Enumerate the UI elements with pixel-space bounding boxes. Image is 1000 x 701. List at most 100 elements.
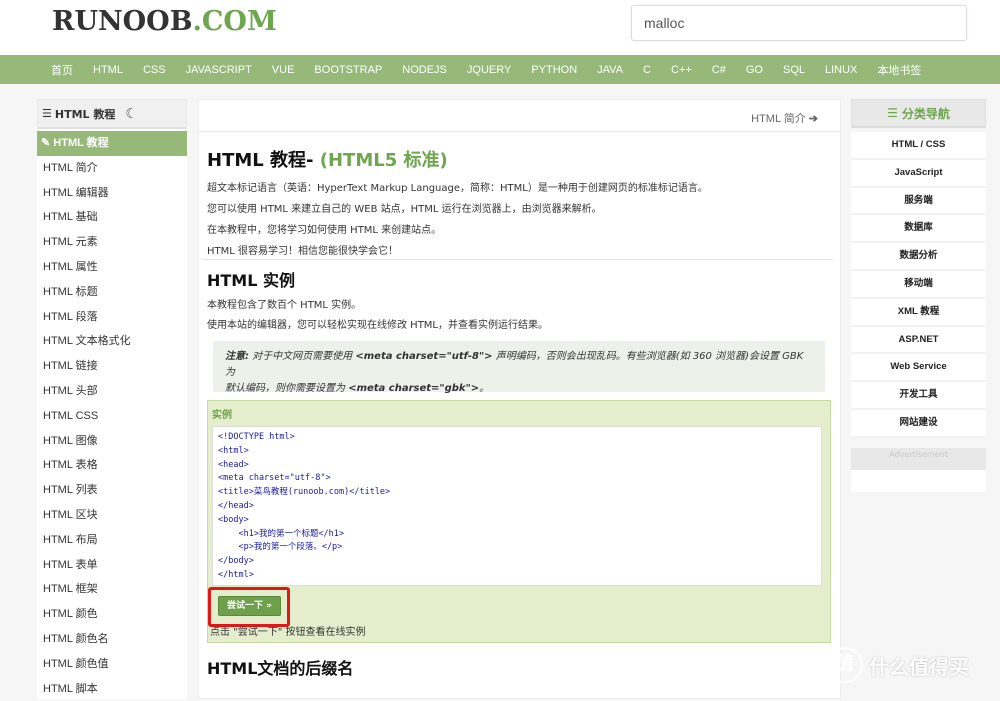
nav-item[interactable]: 首页 [41,62,83,78]
category-item[interactable]: Web Service [851,354,986,383]
sidebar-item-label: HTML 颜色值 [43,657,109,670]
sidebar-item[interactable]: HTML 图像 [37,429,187,454]
ad-label: Advertisement [851,447,986,470]
nav-item[interactable]: LINUX [815,64,867,76]
sidebar-item[interactable]: HTML 链接 [37,354,187,379]
sidebar-item[interactable]: ✎ HTML 教程 [37,131,187,156]
sidebar-item-label: HTML 链接 [43,360,98,373]
sidebar-item-label: HTML 图像 [43,434,98,447]
nav-item[interactable]: 本地书签 [867,62,931,78]
sidebar-item[interactable]: HTML 属性 [37,255,187,280]
watermark-text: 什么值得买 [869,654,969,679]
site-logo[interactable]: RUNOOB.COM [52,6,277,37]
sidebar-item-label: HTML 颜色 [43,608,98,621]
code-line: <!DOCTYPE html> [218,432,295,442]
sidebar-item[interactable]: HTML 区块 [37,503,187,528]
watermark-logo: 值 [827,647,863,683]
sidebar-item[interactable]: HTML 脚本 [37,677,187,701]
nav-item[interactable]: C [633,64,661,76]
code-line: </body> [218,556,254,567]
sidebar-item[interactable]: HTML 标题 [37,280,187,305]
nav-item[interactable]: JAVA [587,64,633,76]
divider [199,131,840,132]
code-line: <body> [218,514,249,525]
category-item[interactable]: 移动端 [851,271,986,299]
sidebar-item[interactable]: HTML 颜色值 [37,652,187,677]
nav-item[interactable]: BOOTSTRAP [304,64,392,76]
sidebar-item-label: HTML 区块 [43,508,98,521]
sidebar-item-label: HTML 属性 [43,260,98,273]
sidebar-item[interactable]: HTML 段落 [37,305,187,330]
examples-paragraph: 本教程包含了数百个 HTML 实例。 [207,300,362,311]
ad-slot [851,469,986,492]
category-item[interactable]: 网站建设 [851,410,986,438]
nav-item[interactable]: PYTHON [521,64,587,76]
example-box: 实例 <!DOCTYPE html> <html> <head> <meta char… [207,400,831,643]
examples-paragraph: 使用本站的编辑器，您可以轻松实现在线修改 HTML，并查看实例运行结果。 [207,320,549,331]
category-item[interactable]: XML 教程 [851,299,986,327]
sidebar-item[interactable]: HTML 框架 [37,577,187,602]
left-sidebar-title: HTML 教程 [54,107,116,121]
try-it-button[interactable]: 尝试一下 » [218,596,281,616]
tag-icon: ✎ [41,137,54,149]
category-item[interactable]: JavaScript [851,160,986,188]
sidebar-item[interactable]: HTML 布局 [37,528,187,553]
sidebar-item[interactable]: HTML 编辑器 [37,181,187,206]
category-item[interactable]: 数据库 [851,215,986,244]
sidebar-item[interactable]: HTML 简介 [37,156,187,181]
sidebar-item-label: HTML 脚本 [43,682,98,695]
dark-mode-icon[interactable]: ☾ [125,106,138,122]
section-heading-suffix: HTML文档的后缀名 [207,659,354,678]
category-item[interactable]: 开发工具 [851,382,986,410]
nav-item[interactable]: JAVASCRIPT [176,64,262,76]
sidebar-item[interactable]: HTML 颜色名 [37,627,187,652]
main-content: HTML 简介 ➔ HTML 教程- (HTML5 标准) 超文本标记语言（英语… [198,99,841,699]
page-title: HTML 教程- (HTML5 标准) [207,150,448,171]
highlight-box: 尝试一下 » [208,587,290,627]
sidebar-item[interactable]: HTML 表格 [37,453,187,478]
category-list: HTML / CSS JavaScript 服务端 数据库 数据分析 移动端 XML 教程 A… [851,132,986,438]
category-item[interactable]: HTML / CSS [851,132,986,160]
sidebar-item[interactable]: HTML 基础 [37,205,187,230]
nav-item[interactable]: VUE [262,64,305,76]
sidebar-item-label: HTML 头部 [43,384,98,397]
category-item[interactable]: 服务端 [851,188,986,216]
sidebar-item-label: HTML 布局 [43,533,98,546]
nav-item[interactable]: C++ [661,64,702,76]
nav-item[interactable]: GO [736,64,773,76]
search-input[interactable] [631,5,967,41]
sidebar-item[interactable]: HTML 颜色 [37,602,187,627]
section-heading-examples: HTML 实例 [207,271,295,290]
example-title: 实例 [212,410,232,421]
note-box: 注意: 对于中文网页需要使用 <meta charset="utf-8"> 声明… [213,341,825,394]
top-nav: 首页 HTML CSS JAVASCRIPT VUE BOOTSTRAP NODEJS JQU… [0,55,1000,84]
sidebar-item-label: HTML 表单 [43,558,98,571]
sidebar-item-label: HTML 文本格式化 [43,335,131,348]
sidebar-item[interactable]: HTML 表单 [37,553,187,578]
sidebar-item[interactable]: HTML 头部 [37,379,187,404]
divider [203,259,833,260]
sidebar-item-label: HTML 标题 [43,285,98,298]
sidebar-item[interactable]: HTML 文本格式化 [37,329,187,354]
intro-paragraph: 您可以使用 HTML 来建立自己的 WEB 站点，HTML 运行在浏览器上，由浏… [207,204,602,215]
nav-item[interactable]: JQUERY [457,64,521,76]
nav-item[interactable]: C# [702,64,736,76]
category-item[interactable]: ASP.NET [851,327,986,355]
sidebar-item[interactable]: HTML 元素 [37,230,187,255]
sidebar-item[interactable]: HTML 列表 [37,478,187,503]
sidebar-item-label: HTML 教程 [53,137,109,149]
sidebar-item[interactable]: HTML CSS [37,404,187,429]
site-header: RUNOOB.COM [0,0,1000,55]
sidebar-item-label: HTML 段落 [43,310,98,323]
nav-item[interactable]: CSS [133,64,176,76]
intro-paragraph: 超文本标记语言（英语：HyperText Markup Language，简称：… [207,183,708,194]
next-page-link[interactable]: HTML 简介 ➔ [751,110,818,126]
category-item[interactable]: 数据分析 [851,243,986,271]
nav-item[interactable]: SQL [773,64,815,76]
sidebar-item-label: HTML 简介 [43,161,98,174]
arrow-right-icon: ➔ [808,113,818,125]
nav-item[interactable]: HTML [83,64,133,76]
nav-item[interactable]: NODEJS [392,64,457,76]
code-line: <title>菜鸟教程(runoob.com)</title> [218,487,391,498]
left-sidebar: ☰ HTML 教程 ☾ ✎ HTML 教程 HTML 简介 HTML 编辑器 HTML… [37,99,187,699]
